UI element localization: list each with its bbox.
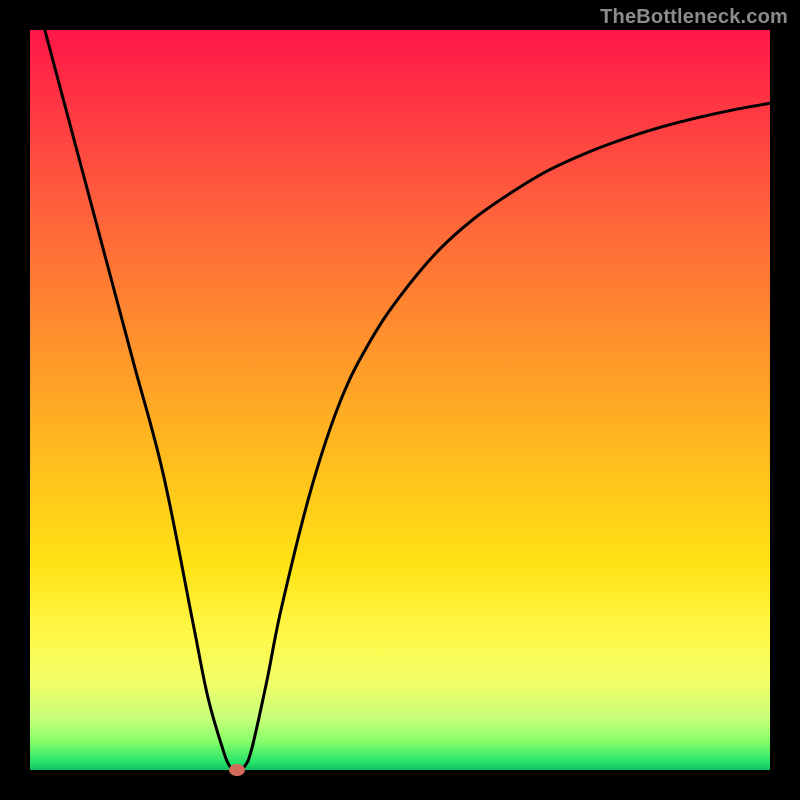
plot-area bbox=[30, 30, 770, 770]
chart-frame: TheBottleneck.com bbox=[0, 0, 800, 800]
optimal-point-marker bbox=[229, 764, 245, 776]
bottleneck-curve bbox=[45, 30, 770, 770]
curve-svg bbox=[30, 30, 770, 770]
watermark-text: TheBottleneck.com bbox=[600, 6, 788, 29]
